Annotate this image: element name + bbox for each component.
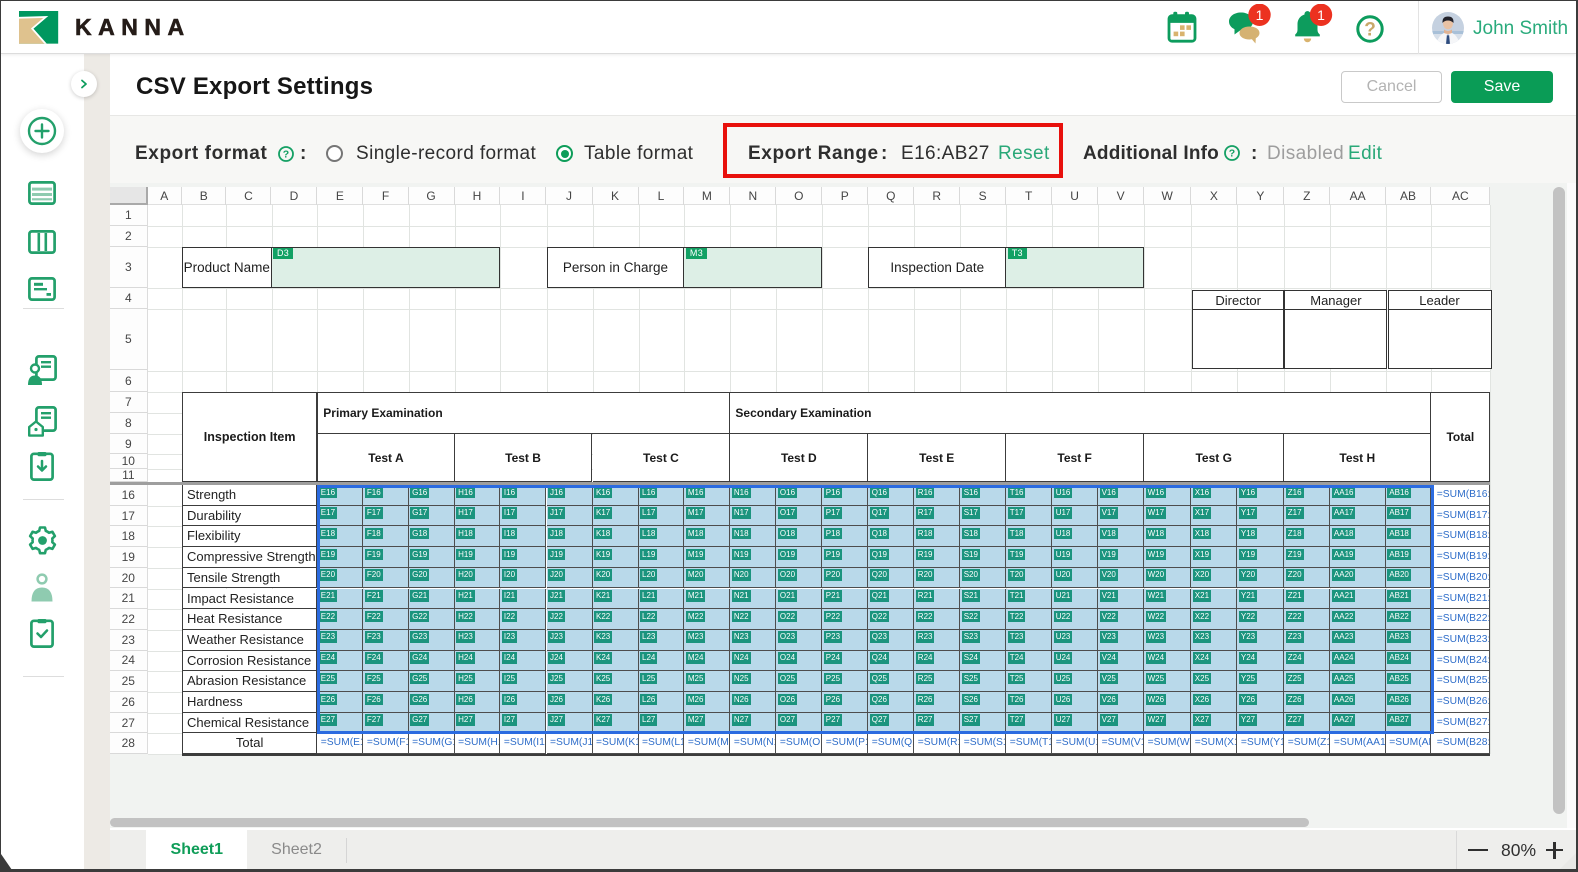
svg-text:1: 1: [1317, 7, 1325, 23]
svg-text:?: ?: [1364, 19, 1376, 40]
svg-text:?: ?: [283, 149, 289, 161]
svg-text:1: 1: [1256, 7, 1264, 23]
svg-text:?: ?: [1229, 148, 1235, 160]
